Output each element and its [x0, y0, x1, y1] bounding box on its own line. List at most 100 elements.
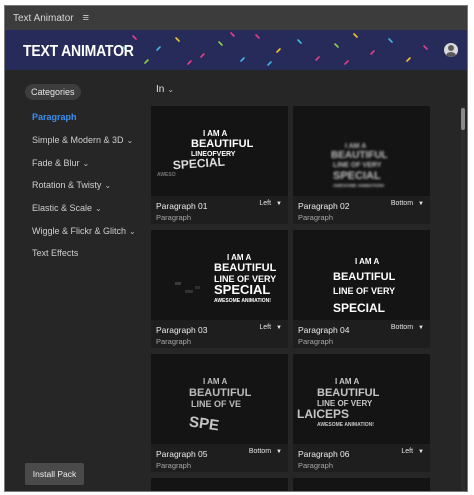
preview-text-line: LINE OF VERY [333, 162, 382, 169]
preview-text-line: I AM A [203, 377, 228, 386]
preview-text-line: BEAUTIFUL [191, 138, 254, 150]
sidebar-item-fade-blur[interactable]: Fade & Blur ⌄ [32, 158, 89, 168]
hamburger-menu-icon[interactable]: ≡ [83, 12, 89, 24]
preview-text-line: LAICEPS [297, 407, 349, 421]
sidebar-item-text-effects[interactable]: Text Effects [32, 248, 78, 258]
preset-name: Paragraph 01 [156, 201, 208, 211]
preset-name: Paragraph 06 [298, 449, 350, 459]
direction-select[interactable]: Bottom ▼ [249, 448, 282, 455]
caret-down-icon: ▼ [276, 325, 282, 331]
preset-preview-image: I AM A BEAUTIFUL LINE OF VERY SPECIAL AW… [293, 106, 430, 196]
chevron-down-icon: ⌄ [104, 181, 112, 190]
direction-filter-dropdown[interactable]: In ⌄ [156, 84, 174, 95]
sidebar-item-wiggle-flickr-glitch[interactable]: Wiggle & Flickr & Glitch ⌄ [32, 226, 136, 236]
sidebar-item-label: Text Effects [32, 248, 79, 258]
preview-text-line: AWESOME ANIMATION! [214, 298, 271, 304]
sidebar-item-label: Paragraph [32, 112, 77, 122]
preview-text-line: SPECIAL [214, 282, 270, 297]
user-avatar-icon[interactable] [444, 43, 458, 57]
preset-category: Paragraph [156, 461, 192, 470]
chevron-down-icon: ⌄ [126, 136, 134, 145]
preset-name: Paragraph 05 [156, 449, 208, 459]
preset-card-paragraph-02[interactable]: I AM A BEAUTIFUL LINE OF VERY SPECIAL AW… [293, 106, 430, 224]
preset-preview-image [293, 478, 430, 491]
preset-category: Paragraph [298, 337, 334, 346]
direction-value: Bottom [248, 448, 272, 455]
preset-name: Paragraph 02 [298, 201, 350, 211]
filter-label: In [156, 84, 165, 95]
caret-down-icon: ▼ [276, 201, 282, 207]
preset-preview-image: I AM A BEAUTIFUL LINE OF VERY LAICEPS AW… [293, 354, 430, 444]
chevron-down-icon: ⌄ [167, 85, 175, 94]
direction-select[interactable]: Left ▼ [259, 324, 282, 331]
app-window: Text Animator ≡ TEXT ANIMATOR Categories… [4, 5, 468, 492]
window-title: Text Animator [13, 12, 74, 24]
preset-preview-image: I AM A BEAUTIFUL LINE OF VERY SPECIAL [293, 230, 430, 320]
preview-text-line: BEAUTIFUL [214, 262, 277, 274]
preview-text-line: SPECIAL [172, 155, 225, 173]
preview-text-line: AWESOME ANIMATION! [333, 183, 385, 188]
preview-text-line: AWESO [157, 172, 176, 178]
preset-card-paragraph-05[interactable]: I AM A BEAUTIFUL LINE OF VE SPE Paragrap… [151, 354, 288, 472]
preview-text-line: SPECIAL [333, 301, 385, 315]
preset-category: Paragraph [298, 213, 334, 222]
chevron-down-icon: ⌄ [129, 227, 136, 236]
preset-preview-image: I AM A BEAUTIFUL LINE OF VERY SPECIAL AW… [151, 230, 288, 320]
preset-category: Paragraph [298, 461, 334, 470]
caret-down-icon: ▼ [418, 201, 424, 207]
preview-text-line: I AM A [345, 143, 366, 150]
scrollbar-track[interactable] [461, 106, 465, 491]
preset-preview-image [151, 478, 288, 491]
title-bar: Text Animator ≡ [5, 6, 467, 30]
preset-card-paragraph-06[interactable]: I AM A BEAUTIFUL LINE OF VERY LAICEPS AW… [293, 354, 430, 472]
preview-text-line: I AM A [203, 129, 228, 138]
direction-value: Bottom [390, 200, 414, 207]
preview-text-line: BEAUTIFUL [189, 387, 252, 399]
preset-card-paragraph-01[interactable]: I AM A BEAUTIFUL LINEOFVERY SPECIAL AWES… [151, 106, 288, 224]
sidebar-item-label: Fade & Blur [32, 158, 80, 168]
sidebar-item-label: Elastic & Scale [32, 203, 93, 213]
preset-preview-image: I AM A BEAUTIFUL LINE OF VE SPE [151, 354, 288, 444]
header-banner: TEXT ANIMATOR [5, 30, 467, 70]
preview-text-line: BEAUTIFUL [317, 387, 380, 399]
preview-text-line: LINE OF VERY [333, 286, 395, 296]
preview-text-line: SPE [188, 413, 220, 434]
direction-select[interactable]: Bottom ▼ [391, 324, 424, 331]
preview-text-line: I AM A [355, 257, 380, 266]
preset-card-partial[interactable] [151, 478, 288, 491]
caret-down-icon: ▼ [418, 449, 424, 455]
direction-value: Left [259, 324, 272, 331]
install-pack-button[interactable]: Install Pack [25, 463, 84, 485]
preview-text-line: BEAUTIFUL [333, 271, 396, 283]
preview-text-line: LINE OF VE [191, 399, 241, 409]
sidebar: Categories Paragraph Simple & Modern & 3… [5, 70, 146, 491]
sidebar-item-paragraph[interactable]: Paragraph [32, 112, 77, 122]
direction-select[interactable]: Left ▼ [259, 200, 282, 207]
chevron-down-icon: ⌄ [95, 204, 102, 213]
sidebar-item-simple-modern-3d[interactable]: Simple & Modern & 3D ⌄ [32, 135, 133, 145]
direction-value: Bottom [390, 324, 414, 331]
preset-card-partial[interactable] [293, 478, 430, 491]
preset-category: Paragraph [156, 337, 192, 346]
scrollbar-thumb[interactable] [461, 108, 465, 130]
categories-button[interactable]: Categories [25, 84, 81, 100]
caret-down-icon: ▼ [418, 325, 424, 331]
direction-select[interactable]: Bottom ▼ [391, 200, 424, 207]
direction-value: Left [401, 448, 414, 455]
preview-text-line: I AM A [227, 253, 252, 262]
preview-text-line: BEAUTIFUL [331, 150, 388, 161]
direction-value: Left [259, 200, 272, 207]
sidebar-item-elastic-scale[interactable]: Elastic & Scale ⌄ [32, 203, 102, 213]
direction-select[interactable]: Left ▼ [401, 448, 424, 455]
main-panel: In ⌄ I AM A BEAUTIFUL LINEOFVERY SPECIAL … [146, 70, 467, 491]
chevron-down-icon: ⌄ [82, 159, 90, 168]
preset-preview-image: I AM A BEAUTIFUL LINEOFVERY SPECIAL AWES… [151, 106, 288, 196]
preset-name: Paragraph 04 [298, 325, 350, 335]
preset-name: Paragraph 03 [156, 325, 208, 335]
preset-category: Paragraph [156, 213, 192, 222]
preset-card-paragraph-04[interactable]: I AM A BEAUTIFUL LINE OF VERY SPECIAL Pa… [293, 230, 430, 348]
sidebar-item-rotation-twisty[interactable]: Rotation & Twisty ⌄ [32, 180, 111, 190]
preview-text-line: SPECIAL [333, 170, 381, 182]
sidebar-item-label: Wiggle & Flickr & Glitch [32, 226, 127, 236]
preset-card-paragraph-03[interactable]: I AM A BEAUTIFUL LINE OF VERY SPECIAL AW… [151, 230, 288, 348]
